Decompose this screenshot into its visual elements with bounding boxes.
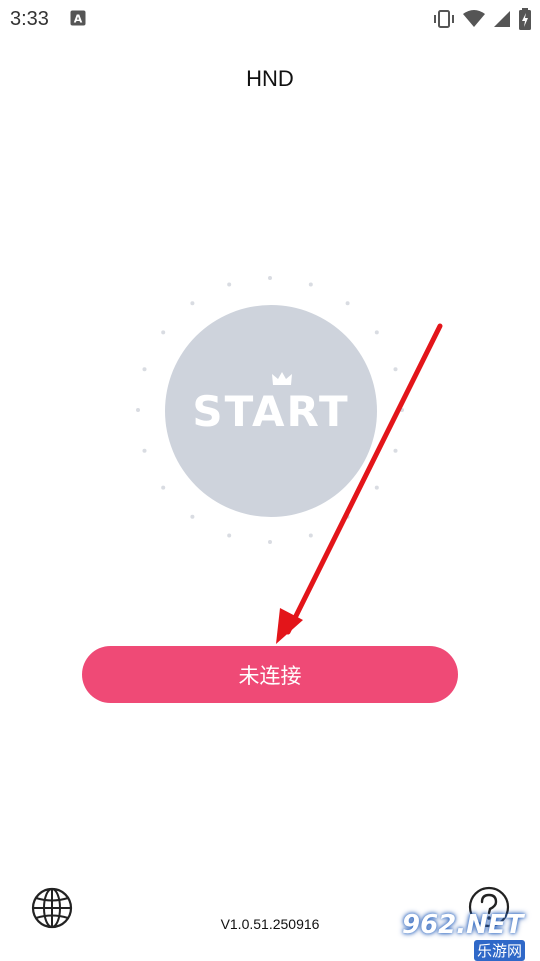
ring-dot: [227, 533, 232, 538]
connect-status-button[interactable]: 未连接: [82, 646, 458, 703]
ring-dot: [142, 367, 147, 372]
cell-signal-icon: [492, 9, 512, 34]
page-title: HND: [246, 66, 294, 91]
ring-dot: [400, 408, 404, 412]
status-icons: [432, 8, 532, 35]
watermark-sub-text: 乐游网: [474, 940, 526, 961]
ring-dot: [345, 301, 350, 306]
start-area: START: [130, 270, 410, 550]
ring-dot: [190, 301, 195, 306]
status-bar: 3:33 A: [0, 0, 540, 38]
ring-dot: [393, 367, 398, 372]
ring-dot: [268, 276, 272, 280]
ring-dot: [161, 330, 166, 335]
ring-dot: [161, 485, 166, 490]
watermark-main-text: 962.NET: [402, 910, 524, 940]
ring-dot: [142, 448, 147, 453]
watermark-logo: 962.NET 乐游网: [402, 910, 538, 961]
ring-dot: [227, 282, 232, 287]
svg-text:A: A: [74, 13, 83, 26]
battery-charging-icon: [518, 8, 532, 35]
ring-dot: [374, 485, 379, 490]
ring-dot: [345, 514, 350, 519]
ring-dot: [393, 448, 398, 453]
start-label: START: [192, 371, 349, 436]
ring-dot: [190, 514, 195, 519]
ring-dot: [268, 540, 272, 544]
wifi-icon: [462, 9, 486, 34]
crown-icon: [272, 371, 293, 385]
vibrate-icon: [432, 9, 456, 34]
ring-dot: [374, 330, 379, 335]
ring-dot: [136, 408, 140, 412]
status-time: 3:33: [10, 8, 49, 30]
ring-dot: [308, 282, 313, 287]
ring-dot: [308, 533, 313, 538]
start-button[interactable]: START: [165, 305, 377, 517]
a-letter-icon: A: [70, 10, 86, 31]
